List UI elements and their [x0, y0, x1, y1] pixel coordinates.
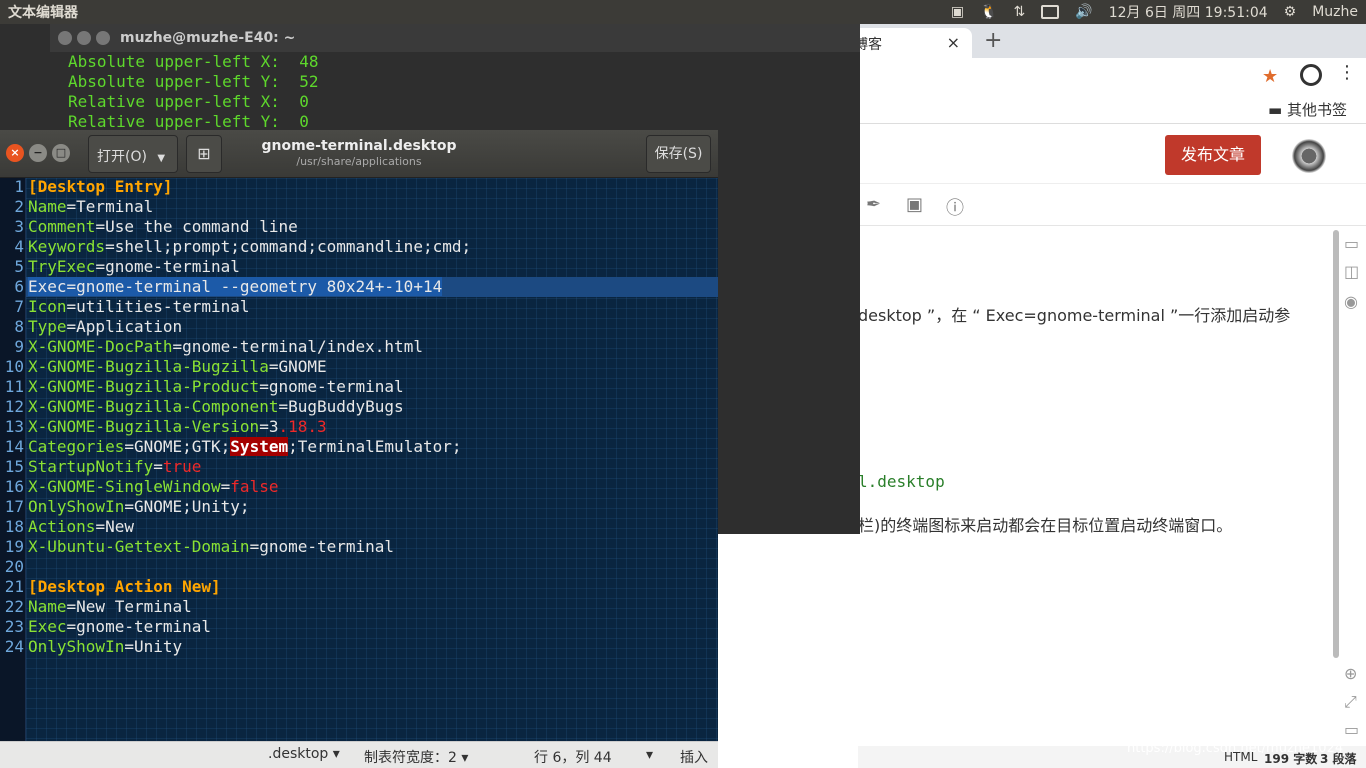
folder-icon: ▬	[1268, 101, 1283, 119]
top-panel: 文本编辑器 ▣ 🐧 ⇅ 🔊 12月 6日 周四 19:51:04 ⚙ Muzhe	[0, 0, 1366, 24]
bookmark-star-icon[interactable]: ★	[1262, 66, 1278, 87]
language-selector[interactable]: .desktop ▾	[268, 746, 340, 762]
terminal-titlebar[interactable]: muzhe@muzhe-E40: ~	[50, 24, 860, 52]
other-bookmarks[interactable]: ▬ 其他书签	[1268, 99, 1347, 120]
terminal-minimize-icon[interactable]	[77, 31, 91, 45]
terminal-title: muzhe@muzhe-E40: ~	[120, 30, 296, 46]
code-line: Keywords=shell;prompt;command;commandlin…	[28, 237, 472, 256]
code-line: TryExec=gnome-terminal	[28, 257, 240, 276]
camera-icon[interactable]: ▣	[951, 4, 964, 20]
clock[interactable]: 12月 6日 周四 19:51:04	[1109, 2, 1268, 22]
code-line: Actions=New	[28, 517, 134, 536]
avatar[interactable]	[1292, 139, 1326, 173]
terminal-line: Relative upper-left Y: 0	[68, 112, 309, 131]
gedit-statusbar: .desktop ▾ 制表符宽度：2 ▾ 行 6，列 44 ▾ 插入	[0, 741, 718, 768]
new-document-button[interactable]: ⊞	[186, 135, 222, 173]
screen-icon[interactable]: ▭	[1344, 720, 1359, 739]
content-line-2: 栏)的终端图标来启动都会在目标位置启动终端窗口。	[858, 516, 1233, 535]
chevron-down-icon: ▼	[157, 153, 166, 164]
code-line: X-Ubuntu-Gettext-Domain=gnome-terminal	[28, 537, 395, 556]
code-line: Type=Application	[28, 317, 183, 336]
new-document-icon: ⊞	[197, 144, 211, 163]
feather-icon[interactable]: ✒	[866, 194, 881, 215]
position-chevron-icon[interactable]: ▾	[646, 747, 653, 763]
content-code: l.desktop	[858, 472, 945, 491]
help-icon[interactable]: ⓘ	[946, 194, 964, 220]
locate-icon[interactable]: ⊕	[1344, 664, 1357, 683]
watermark: https://blog.csdn.net/muzhe1024	[1127, 741, 1344, 756]
cursor-position[interactable]: 行 6，列 44	[534, 747, 612, 767]
volume-icon[interactable]: 🔊	[1075, 4, 1092, 20]
code-line: X-GNOME-Bugzilla-Component=BugBuddyBugs	[28, 397, 404, 416]
code-line: Categories=GNOME;GTK;System;TerminalEmul…	[28, 437, 462, 456]
code-line: OnlyShowIn=GNOME;Unity;	[28, 497, 250, 516]
menu-icon[interactable]: ⋮	[1338, 62, 1356, 83]
editor-header	[858, 124, 1366, 184]
code-line: Exec=gnome-terminal	[28, 617, 212, 636]
code-line: Name=New Terminal	[28, 597, 192, 616]
browser-tab[interactable]: 博客 ×	[842, 28, 972, 58]
fullscreen-icon[interactable]: ⤢	[1344, 692, 1357, 712]
code-line: X-GNOME-SingleWindow=false	[28, 477, 279, 496]
save-button[interactable]: 保存(S)	[646, 135, 711, 173]
new-tab-button[interactable]: +	[984, 28, 1002, 53]
code-line: X-GNOME-Bugzilla-Product=gnome-terminal	[28, 377, 404, 396]
md-toolbar	[858, 184, 1366, 226]
code-line: [Desktop Entry]	[28, 177, 173, 196]
maximize-icon[interactable]: □	[52, 144, 70, 162]
user-menu[interactable]: Muzhe	[1312, 4, 1358, 20]
article-content[interactable]: desktop ”，在 “ Exec=gnome-terminal ”一行添加启…	[858, 226, 1336, 746]
tab-width-selector[interactable]: 制表符宽度：2 ▾	[364, 747, 468, 767]
preview-eye-icon[interactable]: ◉	[1344, 292, 1358, 311]
tab-close-icon[interactable]: ×	[947, 33, 960, 52]
active-app-name: 文本编辑器	[8, 5, 78, 21]
code-line: Exec=gnome-terminal --geometry 80x24+-10…	[28, 277, 443, 296]
tab-width-label: 制表符宽度：2	[364, 750, 457, 766]
code-line: OnlyShowIn=Unity	[28, 637, 183, 656]
open-label: 打开(O)	[97, 149, 147, 165]
split-icon[interactable]: ◫	[1344, 262, 1359, 281]
terminal-line: Absolute upper-left Y: 52	[68, 72, 319, 91]
cursor-position-label: 行 6，列 44	[534, 750, 612, 766]
terminal-line: Relative upper-left X: 0	[68, 92, 309, 111]
terminal-close-icon[interactable]	[58, 31, 72, 45]
other-bookmarks-label: 其他书签	[1286, 101, 1347, 119]
insert-mode[interactable]: 插入	[680, 747, 708, 767]
gear-icon[interactable]: ⚙	[1284, 4, 1297, 20]
content-line-1: desktop ”，在 “ Exec=gnome-terminal ”一行添加启…	[858, 306, 1291, 325]
code-line: X-GNOME-Bugzilla-Version=3.18.3	[28, 417, 327, 436]
open-button[interactable]: 打开(O) ▼	[88, 135, 178, 173]
code-lines[interactable]: 1 [Desktop Entry] 2 Name=Terminal 3 Comment…	[0, 177, 718, 737]
network-icon[interactable]: ⇅	[1014, 4, 1026, 20]
terminal-line: Absolute upper-left X: 48	[68, 52, 319, 71]
content-scrollbar[interactable]	[1333, 230, 1339, 658]
document-path: /usr/share/applications	[296, 155, 422, 168]
terminal-output: Absolute upper-left X: 48 Absolute upper-…	[68, 52, 318, 132]
code-line: X-GNOME-Bugzilla-Bugzilla=GNOME	[28, 357, 327, 376]
code-line: X-GNOME-DocPath=gnome-terminal/index.htm…	[28, 337, 423, 356]
code-line: Icon=utilities-terminal	[28, 297, 250, 316]
minimize-icon[interactable]: −	[29, 144, 47, 162]
penguin-icon[interactable]: 🐧	[980, 4, 997, 20]
document-title: gnome-terminal.desktop	[261, 138, 457, 154]
account-icon[interactable]	[1300, 64, 1322, 86]
close-icon[interactable]: ×	[6, 144, 24, 162]
code-line: [Desktop Action New]	[28, 577, 221, 596]
code-line: Name=Terminal	[28, 197, 154, 216]
battery-icon[interactable]	[1041, 5, 1060, 19]
layout-icon[interactable]: ▭	[1344, 234, 1359, 253]
code-line: Comment=Use the command line	[28, 217, 298, 236]
terminal-maximize-icon[interactable]	[96, 31, 110, 45]
language-label: .desktop	[268, 746, 329, 762]
code-line: StartupNotify=true	[28, 457, 202, 476]
publish-button[interactable]: 发布文章	[1165, 135, 1261, 175]
save-draft-icon[interactable]: ▣	[906, 194, 923, 215]
right-rail: ▭ ◫ ◉ ⊕ ⤢ ▭	[1336, 226, 1366, 746]
